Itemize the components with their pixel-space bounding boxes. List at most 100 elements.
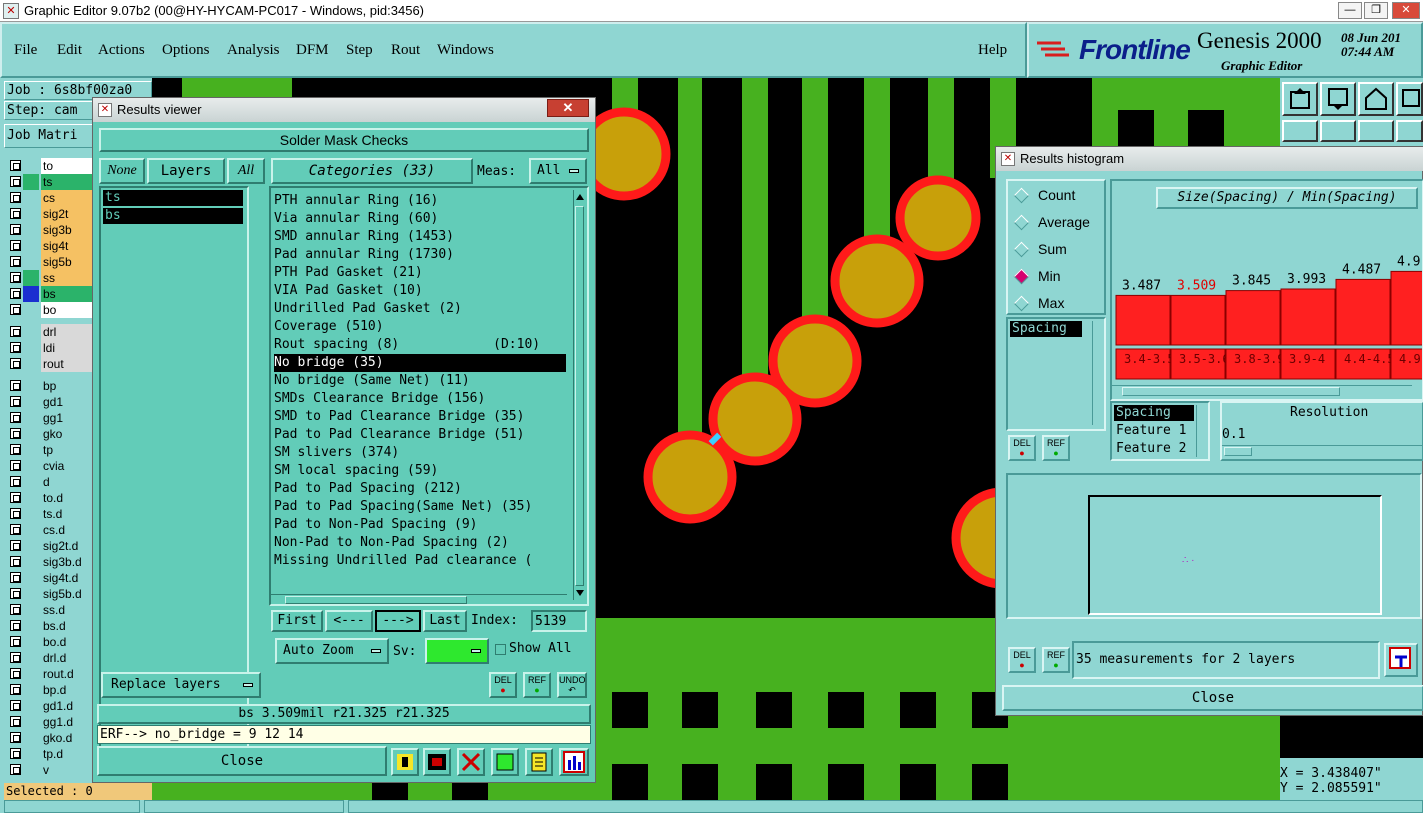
category-item[interactable]: Rout spacing (8) (D:10) (274, 336, 566, 354)
layer-color-swatch[interactable] (23, 746, 39, 762)
meas-dropdown[interactable]: All (529, 158, 587, 184)
menu-rout[interactable]: Rout (391, 42, 420, 59)
layer-checkbox[interactable] (10, 208, 21, 219)
histogram-bar[interactable] (1225, 290, 1281, 346)
layer-name[interactable]: tp (41, 442, 96, 458)
layer-checkbox[interactable] (10, 240, 21, 251)
layer-checkbox[interactable] (10, 380, 21, 391)
layer-checkbox[interactable] (10, 588, 21, 599)
layer-name[interactable]: v (41, 762, 96, 778)
layer-color-swatch[interactable] (23, 570, 39, 586)
category-item[interactable]: PTH Pad Gasket (21) (274, 264, 566, 282)
layer-name[interactable]: to (41, 158, 96, 174)
layer-name[interactable]: bo.d (41, 634, 96, 650)
replace-layers-dropdown[interactable]: Replace layers (101, 672, 261, 698)
tool-button-2[interactable] (1320, 82, 1356, 116)
resolution-slider[interactable] (1222, 445, 1422, 457)
layers-button[interactable]: Layers (147, 158, 225, 184)
layer-checkbox[interactable] (10, 160, 21, 171)
axis-field-spacing[interactable]: Spacing (1114, 405, 1194, 421)
scroll-up-icon[interactable] (576, 194, 584, 200)
previous-button[interactable]: <--- (325, 610, 373, 632)
layer-color-swatch[interactable] (23, 174, 39, 190)
tool-numbers-button[interactable] (491, 748, 519, 776)
layer-name[interactable]: cvia (41, 458, 96, 474)
layer-name[interactable]: ss (41, 270, 96, 286)
menu-step[interactable]: Step (346, 42, 373, 59)
next-button[interactable]: ---> (375, 610, 421, 632)
layer-checkbox[interactable] (10, 412, 21, 423)
layer-color-swatch[interactable] (23, 634, 39, 650)
layer-color-swatch[interactable] (23, 254, 39, 270)
layer-checkbox[interactable] (10, 540, 21, 551)
category-item[interactable]: Undrilled Pad Gasket (2) (274, 300, 566, 318)
tool-button-4[interactable] (1396, 82, 1423, 116)
layer-checkbox[interactable] (10, 764, 21, 775)
layer-checkbox[interactable] (10, 272, 21, 283)
layer-name[interactable]: ts.d (41, 506, 96, 522)
categories-list[interactable]: PTH annular Ring (16) Via annular Ring (6… (269, 186, 589, 606)
undo-button[interactable]: UNDO ↶ (557, 672, 587, 698)
field-spacing[interactable]: Spacing (1010, 321, 1082, 337)
menu-help[interactable]: Help (978, 42, 1007, 59)
layer-name[interactable]: sig4t.d (41, 570, 96, 586)
result-layer-bs[interactable]: bs (103, 208, 243, 224)
results-viewer-close-button[interactable]: Close (97, 746, 387, 776)
layer-checkbox[interactable] (10, 460, 21, 471)
layer-name[interactable]: ldi (41, 340, 96, 356)
layer-checkbox[interactable] (10, 556, 21, 567)
tool-lamp-button[interactable] (391, 748, 419, 776)
layer-checkbox[interactable] (10, 700, 21, 711)
layer-checkbox[interactable] (10, 492, 21, 503)
layer-checkbox[interactable] (10, 684, 21, 695)
layer-name[interactable]: sig2t.d (41, 538, 96, 554)
layer-name[interactable]: bs.d (41, 618, 96, 634)
category-item[interactable]: No bridge (35) (274, 354, 566, 372)
category-item[interactable]: Pad to Pad Spacing(Same Net) (35) (274, 498, 566, 516)
layer-name[interactable]: cs (41, 190, 96, 206)
category-item[interactable]: No bridge (Same Net) (11) (274, 372, 566, 390)
layer-checkbox[interactable] (10, 358, 21, 369)
layer-checkbox[interactable] (10, 176, 21, 187)
layer-checkbox[interactable] (10, 668, 21, 679)
layer-name[interactable]: bp.d (41, 682, 96, 698)
maximize-button[interactable]: ❐ (1364, 2, 1388, 19)
layer-color-swatch[interactable] (23, 666, 39, 682)
tool-erf-button[interactable] (457, 748, 485, 776)
category-item[interactable]: Pad annular Ring (1730) (274, 246, 566, 264)
layer-name[interactable]: drl (41, 324, 96, 340)
layer-color-swatch[interactable] (23, 682, 39, 698)
layer-color-swatch[interactable] (23, 522, 39, 538)
axis-field-feature1[interactable]: Feature 1 (1114, 423, 1186, 438)
menu-actions[interactable]: Actions (98, 42, 145, 59)
layer-name[interactable]: gko.d (41, 730, 96, 746)
layer-name[interactable]: sig5b.d (41, 586, 96, 602)
category-item[interactable]: Pad to Pad Clearance Bridge (51) (274, 426, 566, 444)
layer-color-swatch[interactable] (23, 650, 39, 666)
layer-color-swatch[interactable] (23, 206, 39, 222)
category-item[interactable]: SM local spacing (59) (274, 462, 566, 480)
menu-edit[interactable]: Edit (57, 42, 82, 59)
histogram-bar[interactable] (1335, 278, 1391, 346)
histogram-close-button[interactable]: Close (1002, 685, 1423, 711)
layer-name[interactable]: cs.d (41, 522, 96, 538)
histogram-bar[interactable] (1115, 294, 1171, 346)
layer-name[interactable]: rout.d (41, 666, 96, 682)
tool-button-8[interactable] (1396, 120, 1423, 142)
menu-analysis[interactable]: Analysis (227, 42, 280, 59)
index-input[interactable] (531, 610, 587, 632)
layer-name[interactable]: bs (41, 286, 96, 302)
layer-name[interactable]: gg1.d (41, 714, 96, 730)
menu-file[interactable]: File (14, 42, 37, 59)
menu-windows[interactable]: Windows (437, 42, 494, 59)
tool-button-3[interactable] (1358, 82, 1394, 116)
layer-color-swatch[interactable] (23, 356, 39, 372)
layer-color-swatch[interactable] (23, 270, 39, 286)
categories-button[interactable]: Categories (33) (271, 158, 473, 184)
ref-button[interactable]: REF ● (523, 672, 551, 698)
layer-checkbox[interactable] (10, 396, 21, 407)
hist-del-button[interactable]: DEL ● (1008, 435, 1036, 461)
sv-color-dropdown[interactable] (425, 638, 489, 664)
tool-button-5[interactable] (1282, 120, 1318, 142)
first-button[interactable]: First (271, 610, 323, 632)
